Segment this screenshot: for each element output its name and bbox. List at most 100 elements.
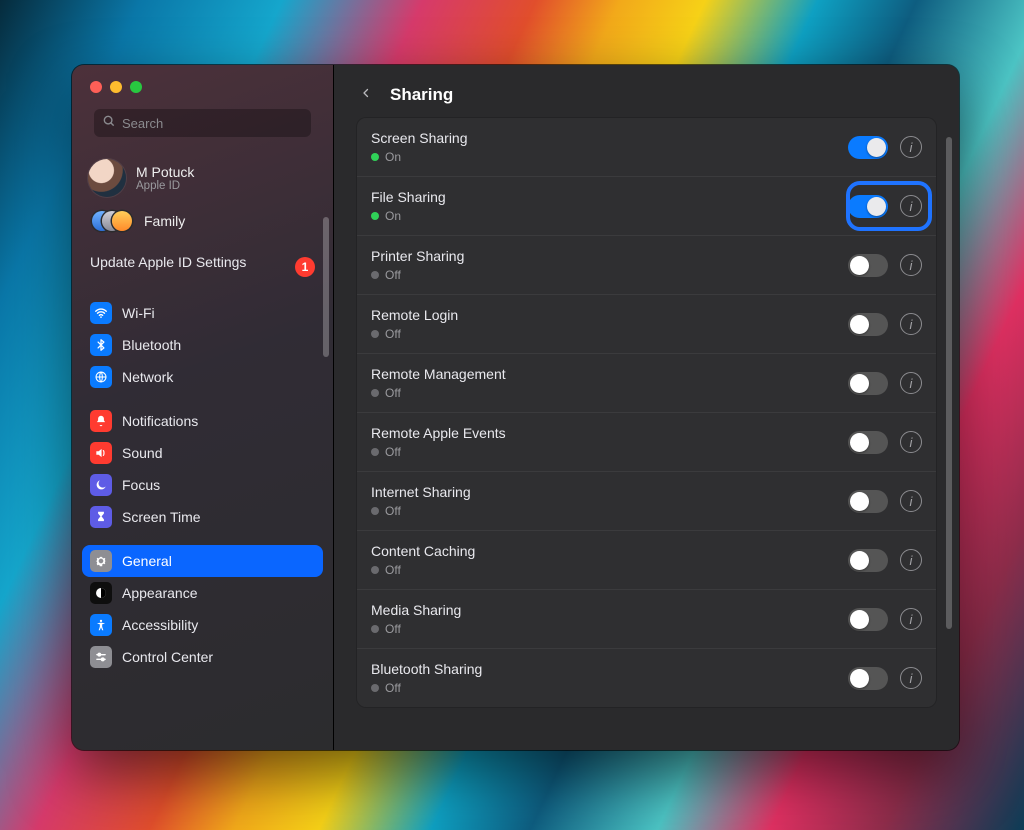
sidebar-item-update-apple-id[interactable]: Update Apple ID Settings 1 xyxy=(82,243,323,291)
gear-icon xyxy=(90,550,112,572)
row-title: Content Caching xyxy=(371,543,475,559)
status-text: On xyxy=(385,150,401,164)
bluetooth-icon xyxy=(90,334,112,356)
sharing-services-panel: Screen SharingOniFile SharingOniPrinter … xyxy=(356,117,937,708)
page-title: Sharing xyxy=(390,85,453,105)
row-status: Off xyxy=(371,504,471,518)
sidebar-item-label: Appearance xyxy=(122,585,198,601)
screen-sharing-toggle[interactable] xyxy=(848,136,888,159)
bluetooth-sharing-toggle[interactable] xyxy=(848,667,888,690)
sidebar-item-apple-id[interactable]: M Potuck Apple ID xyxy=(82,147,323,203)
content-caching-info-button[interactable]: i xyxy=(900,549,922,571)
main-scroll[interactable]: Screen SharingOniFile SharingOniPrinter … xyxy=(334,117,959,750)
info-icon: i xyxy=(910,494,913,509)
sharing-row-remote-apple-events: Remote Apple EventsOffi xyxy=(357,413,936,472)
close-window-button[interactable] xyxy=(90,81,102,93)
account-subtitle: Apple ID xyxy=(136,180,194,192)
row-title: Bluetooth Sharing xyxy=(371,661,482,677)
status-dot-icon xyxy=(371,330,379,338)
info-icon: i xyxy=(910,435,913,450)
remote-apple-events-toggle[interactable] xyxy=(848,431,888,454)
sidebar-item-family[interactable]: Family xyxy=(82,203,323,243)
remote-apple-events-info-button[interactable]: i xyxy=(900,431,922,453)
sharing-row-bluetooth-sharing: Bluetooth SharingOffi xyxy=(357,649,936,707)
sidebar-item-bluetooth[interactable]: Bluetooth xyxy=(82,329,323,361)
internet-sharing-toggle[interactable] xyxy=(848,490,888,513)
avatar xyxy=(88,159,126,197)
printer-sharing-info-button[interactable]: i xyxy=(900,254,922,276)
sidebar-item-accessibility[interactable]: Accessibility xyxy=(82,609,323,641)
status-dot-icon xyxy=(371,448,379,456)
sidebar-group-attention: Notifications Sound Focus xyxy=(82,399,323,539)
status-text: Off xyxy=(385,445,401,459)
row-status: Off xyxy=(371,268,464,282)
remote-login-toggle[interactable] xyxy=(848,313,888,336)
status-dot-icon xyxy=(371,684,379,692)
sidebar-item-focus[interactable]: Focus xyxy=(82,469,323,501)
row-status: Off xyxy=(371,622,461,636)
update-label: Update Apple ID Settings xyxy=(90,253,246,272)
sidebar-item-notifications[interactable]: Notifications xyxy=(82,405,323,437)
row-status: On xyxy=(371,209,446,223)
sidebar-item-label: Focus xyxy=(122,477,160,493)
info-icon: i xyxy=(910,553,913,568)
sharing-row-printer-sharing: Printer SharingOffi xyxy=(357,236,936,295)
screen-sharing-info-button[interactable]: i xyxy=(900,136,922,158)
update-badge: 1 xyxy=(295,257,315,277)
sharing-row-content-caching: Content Caching Off i xyxy=(357,531,936,590)
info-icon: i xyxy=(910,258,913,273)
internet-sharing-info-button[interactable]: i xyxy=(900,490,922,512)
row-title: File Sharing xyxy=(371,189,446,205)
sharing-row-remote-login: Remote LoginOffi xyxy=(357,295,936,354)
system-settings-window: M Potuck Apple ID Family Update Apple ID… xyxy=(72,65,959,750)
printer-sharing-toggle[interactable] xyxy=(848,254,888,277)
family-avatars-icon xyxy=(92,211,132,231)
info-icon: i xyxy=(910,199,913,214)
sidebar-item-wifi[interactable]: Wi-Fi xyxy=(82,297,323,329)
appearance-icon xyxy=(90,582,112,604)
sidebar-item-screen-time[interactable]: Screen Time xyxy=(82,501,323,533)
status-dot-icon xyxy=(371,389,379,397)
media-sharing-toggle[interactable] xyxy=(848,608,888,631)
sidebar-item-sound[interactable]: Sound xyxy=(82,437,323,469)
info-icon: i xyxy=(910,376,913,391)
sidebar: M Potuck Apple ID Family Update Apple ID… xyxy=(72,65,334,750)
remote-management-info-button[interactable]: i xyxy=(900,372,922,394)
search-field[interactable] xyxy=(94,109,311,137)
main-pane: Sharing Screen SharingOniFile SharingOni… xyxy=(334,65,959,750)
status-text: Off xyxy=(385,327,401,341)
info-icon: i xyxy=(910,612,913,627)
info-icon: i xyxy=(910,140,913,155)
zoom-window-button[interactable] xyxy=(130,81,142,93)
bluetooth-sharing-info-button[interactable]: i xyxy=(900,667,922,689)
accessibility-icon xyxy=(90,614,112,636)
status-dot-icon xyxy=(371,153,379,161)
content-caching-toggle[interactable] xyxy=(848,549,888,572)
sidebar-item-label: Bluetooth xyxy=(122,337,181,353)
media-sharing-info-button[interactable]: i xyxy=(900,608,922,630)
sidebar-item-label: Network xyxy=(122,369,173,385)
sidebar-item-label: Screen Time xyxy=(122,509,201,525)
minimize-window-button[interactable] xyxy=(110,81,122,93)
sidebar-scroll[interactable]: M Potuck Apple ID Family Update Apple ID… xyxy=(72,109,333,750)
sidebar-item-appearance[interactable]: Appearance xyxy=(82,577,323,609)
status-text: Off xyxy=(385,563,401,577)
remote-management-toggle[interactable] xyxy=(848,372,888,395)
sidebar-scrollbar-thumb[interactable] xyxy=(323,217,329,357)
row-title: Media Sharing xyxy=(371,602,461,618)
status-dot-icon xyxy=(371,212,379,220)
remote-login-info-button[interactable]: i xyxy=(900,313,922,335)
info-icon: i xyxy=(910,317,913,332)
sidebar-item-general[interactable]: General xyxy=(82,545,323,577)
main-scrollbar-thumb[interactable] xyxy=(946,137,952,629)
account-name: M Potuck xyxy=(136,164,194,180)
sidebar-item-network[interactable]: Network xyxy=(82,361,323,393)
file-sharing-toggle[interactable] xyxy=(848,195,888,218)
family-label: Family xyxy=(144,213,185,229)
sidebar-item-control-center[interactable]: Control Center xyxy=(82,641,323,673)
search-input[interactable] xyxy=(122,116,303,131)
back-button[interactable] xyxy=(354,83,378,107)
status-dot-icon xyxy=(371,566,379,574)
file-sharing-info-button[interactable]: i xyxy=(900,195,922,217)
main-header: Sharing xyxy=(334,65,959,121)
